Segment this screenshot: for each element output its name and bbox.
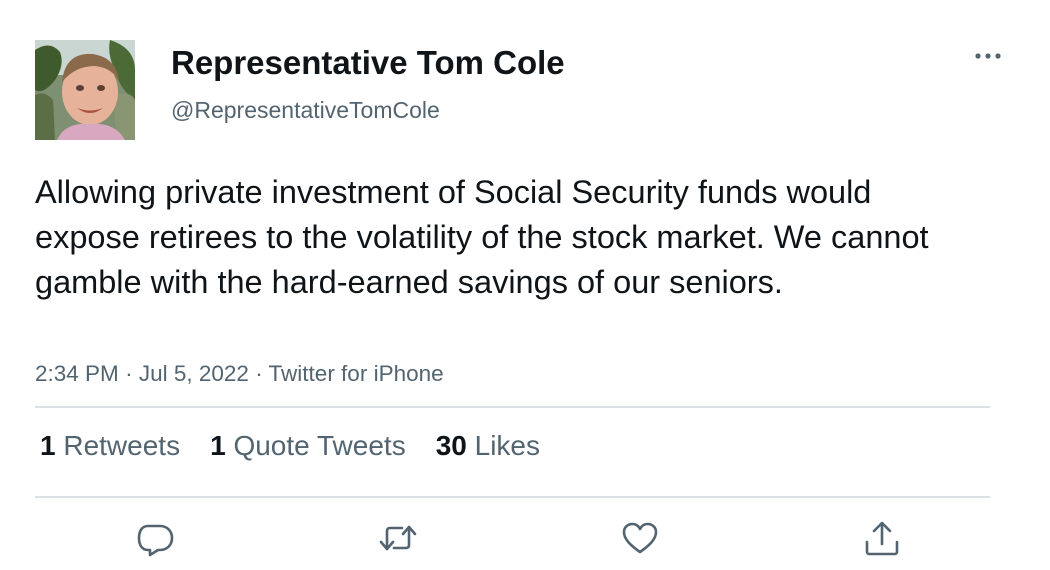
retweet-icon <box>379 525 417 551</box>
like-button[interactable] <box>620 518 660 558</box>
meta-separator: · <box>125 361 133 386</box>
tweet-text: Allowing private investment of Social Se… <box>35 174 929 300</box>
author-handle[interactable]: @RepresentativeTomCole <box>171 97 440 124</box>
tweet-source[interactable]: Twitter for iPhone <box>269 361 444 386</box>
quote-tweets-stat[interactable]: 1 Quote Tweets <box>210 430 406 462</box>
more-horizontal-icon[interactable] <box>972 46 1004 66</box>
likes-label: Likes <box>474 430 541 461</box>
retweets-label: Retweets <box>63 430 181 461</box>
engagement-stats: 1 Retweets 1 Quote Tweets 30 Likes <box>40 430 570 462</box>
divider <box>35 406 990 408</box>
retweets-stat[interactable]: 1 Retweets <box>40 430 180 462</box>
share-button[interactable] <box>862 518 902 558</box>
quote-tweets-count: 1 <box>210 430 226 461</box>
tweet-time[interactable]: 2:34 PM <box>35 361 119 386</box>
share-icon <box>865 521 899 556</box>
tweet-date[interactable]: Jul 5, 2022 <box>139 361 249 386</box>
reply-button[interactable] <box>136 518 176 558</box>
retweets-count: 1 <box>40 430 56 461</box>
divider <box>35 496 990 498</box>
likes-count: 30 <box>435 430 467 461</box>
likes-stat[interactable]: 30 Likes <box>436 430 540 462</box>
author-display-name[interactable]: Representative Tom Cole <box>171 44 565 82</box>
heart-icon <box>622 522 658 554</box>
tweet-metadata: 2:34 PM · Jul 5, 2022 · Twitter for iPho… <box>35 361 444 387</box>
avatar[interactable] <box>35 40 135 140</box>
reply-icon <box>137 524 174 557</box>
retweet-button[interactable] <box>378 518 418 558</box>
meta-separator: · <box>255 361 263 386</box>
quote-tweets-label: Quote Tweets <box>233 430 406 461</box>
